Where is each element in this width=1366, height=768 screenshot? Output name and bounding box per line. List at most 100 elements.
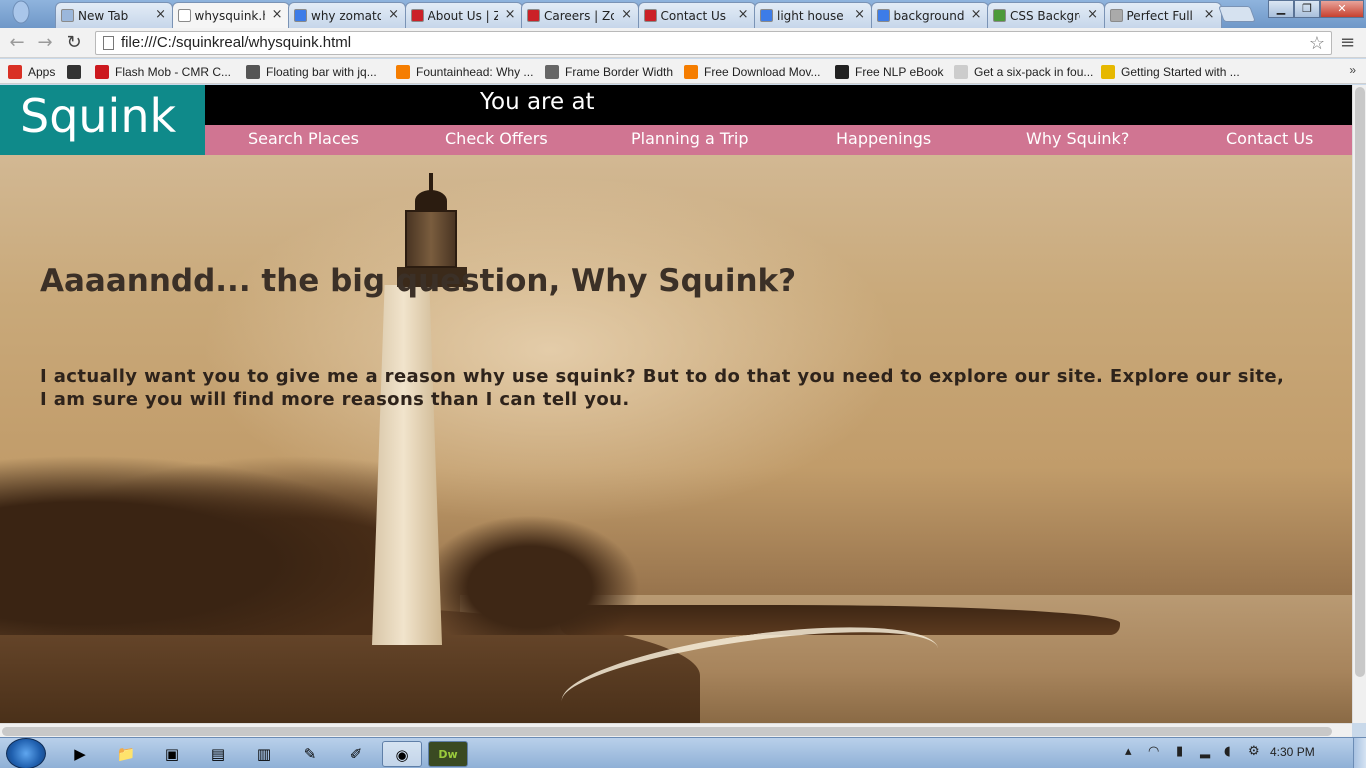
menu-icon[interactable]: ≡ (1340, 32, 1358, 53)
close-tab-icon[interactable]: × (738, 7, 749, 22)
explorer-folder-icon[interactable]: 📁 (106, 741, 146, 767)
bookmark-star-icon[interactable]: ☆ (1309, 32, 1325, 54)
tab-favicon-icon (527, 9, 540, 22)
close-window-button[interactable]: ✕ (1320, 0, 1364, 18)
notes-icon[interactable]: ✎ (290, 741, 330, 767)
nav-planning-a-trip[interactable]: Planning a Trip (631, 129, 749, 148)
bookmark-item[interactable] (67, 63, 87, 81)
page-viewport: Squink You are at Search Places Check Of… (0, 85, 1352, 723)
bookmark-item[interactable]: Getting Started with ... (1101, 63, 1240, 81)
tab-label: CSS Backgro (1010, 8, 1080, 23)
horizontal-scrollbar[interactable] (0, 723, 1352, 737)
bookmark-label: Floating bar with jq... (266, 65, 377, 79)
bookmark-favicon-icon (1101, 65, 1115, 79)
tab-label: background (893, 8, 964, 23)
close-tab-icon[interactable]: × (272, 7, 283, 22)
bookmark-favicon-icon (67, 65, 81, 79)
close-tab-icon[interactable]: × (854, 7, 865, 22)
bookmark-item[interactable]: Frame Border Width (545, 63, 673, 81)
browser-tab[interactable]: light house × (754, 2, 872, 28)
bookmark-item[interactable]: Free NLP eBook (835, 63, 944, 81)
close-tab-icon[interactable]: × (388, 7, 399, 22)
bookmark-item[interactable]: Floating bar with jq... (246, 63, 377, 81)
close-tab-icon[interactable]: × (971, 7, 982, 22)
browser-tab[interactable]: why zomato × (288, 2, 406, 28)
close-tab-icon[interactable]: × (505, 7, 516, 22)
browser-tab[interactable]: background × (870, 2, 989, 28)
start-button[interactable] (6, 738, 46, 768)
close-tab-icon[interactable]: × (1087, 7, 1098, 22)
volume-icon[interactable]: ◖ (1224, 744, 1231, 759)
tab-strip: New Tab × whysquink.h × why zomato × About Us … (0, 0, 1366, 28)
close-tab-icon[interactable]: × (621, 7, 632, 22)
tab-favicon-icon (410, 9, 424, 22)
browser-tab[interactable]: Perfect Full × (1103, 2, 1222, 28)
bookmark-item[interactable]: Apps (8, 63, 55, 81)
battery-icon[interactable]: ▮ (1176, 744, 1183, 759)
show-desktop-button[interactable] (1353, 738, 1366, 768)
bookmark-label: Frame Border Width (565, 65, 674, 79)
tab-label: light house (777, 8, 844, 23)
bookmark-item[interactable]: Free Download Mov... (684, 63, 821, 81)
browser-tab[interactable]: CSS Backgro × (987, 2, 1105, 28)
new-tab-button[interactable] (1218, 6, 1256, 22)
site-logo[interactable]: Squink (20, 89, 176, 143)
lighthouse-background-image (0, 155, 1352, 723)
location-label: You are at (480, 89, 595, 115)
browser-tab[interactable]: About Us | Z × (404, 2, 523, 28)
back-arrow-icon[interactable]: ← (5, 31, 29, 55)
chrome-taskbar-icon[interactable]: ◉ (382, 741, 422, 767)
address-bar[interactable]: file:///C:/squinkreal/whysquink.html ☆ (95, 31, 1332, 55)
notepad-icon[interactable]: ▥ (244, 741, 284, 767)
nav-contact-us[interactable]: Contact Us (1226, 129, 1313, 148)
clock[interactable]: 4:30 PM (1270, 745, 1315, 759)
maximize-button[interactable]: ❐ (1294, 0, 1320, 18)
bookmark-favicon-icon (684, 65, 698, 79)
bookmark-item[interactable]: Get a six-pack in fou... (954, 63, 1093, 81)
bookmark-label: Getting Started with ... (1121, 65, 1240, 79)
tab-favicon-icon (177, 9, 191, 22)
bookmark-favicon-icon (8, 65, 22, 79)
bookmark-label: Get a six-pack in fou... (974, 65, 1094, 79)
browser-tab[interactable]: Careers | Zo × (521, 2, 639, 28)
signal-icon[interactable]: ▂ (1200, 744, 1210, 759)
bookmark-favicon-icon (545, 65, 559, 79)
tab-favicon-icon (876, 9, 890, 22)
nav-happenings[interactable]: Happenings (836, 129, 931, 148)
bookmark-favicon-icon (835, 65, 849, 79)
close-tab-icon[interactable]: × (155, 7, 166, 22)
horizontal-scroll-thumb[interactable] (2, 727, 1332, 736)
wifi-icon[interactable]: ◠ (1148, 744, 1159, 759)
dreamweaver-taskbar-icon[interactable]: Dw (428, 741, 468, 767)
close-tab-icon[interactable]: × (1204, 7, 1215, 22)
bookmark-item[interactable]: Fountainhead: Why ... (396, 63, 533, 81)
browser-tab[interactable]: New Tab × (55, 2, 173, 28)
tab-favicon-icon (1109, 9, 1123, 22)
bookmark-item[interactable]: Flash Mob - CMR C... (95, 63, 231, 81)
tab-label: About Us | Z (427, 8, 498, 23)
browser-tab[interactable]: whysquink.h × (171, 2, 290, 28)
tray-expand-icon[interactable]: ▴ (1125, 744, 1132, 759)
chrome-profile-icon[interactable] (6, 0, 36, 26)
bookmarks-overflow-chevron[interactable]: » (1349, 63, 1356, 77)
vertical-scrollbar[interactable] (1352, 85, 1366, 723)
app-icon[interactable]: ▤ (198, 741, 238, 767)
forward-arrow-icon[interactable]: → (33, 31, 57, 55)
reload-icon[interactable]: ↻ (62, 31, 86, 55)
browser-tab[interactable]: Contact Us × (637, 2, 756, 28)
nav-search-places[interactable]: Search Places (248, 129, 359, 148)
app-icon[interactable]: ▣ (152, 741, 192, 767)
tab-label: Perfect Full (1126, 8, 1193, 23)
tab-label: why zomato (311, 8, 381, 23)
bookmark-label: Flash Mob - CMR C... (115, 65, 232, 79)
minimize-button[interactable]: ▁ (1268, 0, 1294, 18)
logo-box[interactable]: Squink (0, 85, 205, 155)
nav-why-squink[interactable]: Why Squink? (1026, 129, 1129, 148)
vertical-scroll-thumb[interactable] (1355, 87, 1365, 677)
tab-label: Contact Us (660, 8, 727, 23)
network-icon[interactable]: ⚙ (1248, 744, 1260, 759)
nav-check-offers[interactable]: Check Offers (445, 129, 548, 148)
tab-favicon-icon (760, 9, 773, 22)
media-player-icon[interactable]: ▶ (60, 741, 100, 767)
sticky-notes-icon[interactable]: ✐ (336, 741, 376, 767)
